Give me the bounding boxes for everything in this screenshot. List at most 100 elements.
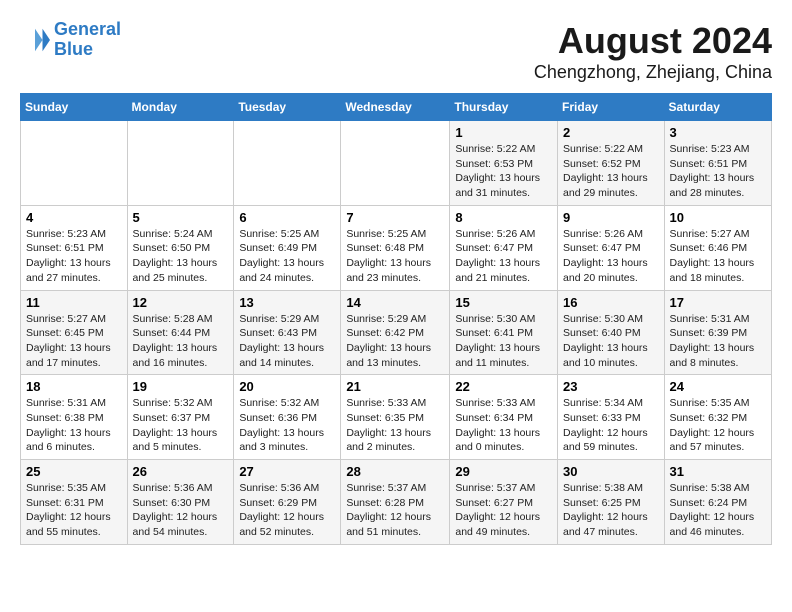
day-info: Sunrise: 5:27 AM Sunset: 6:45 PM Dayligh… — [26, 312, 122, 371]
day-info: Sunrise: 5:37 AM Sunset: 6:27 PM Dayligh… — [455, 481, 552, 540]
day-info: Sunrise: 5:35 AM Sunset: 6:32 PM Dayligh… — [670, 396, 766, 455]
day-number: 13 — [239, 295, 335, 310]
day-info: Sunrise: 5:27 AM Sunset: 6:46 PM Dayligh… — [670, 227, 766, 286]
day-info: Sunrise: 5:31 AM Sunset: 6:39 PM Dayligh… — [670, 312, 766, 371]
day-number: 7 — [346, 210, 444, 225]
day-number: 15 — [455, 295, 552, 310]
page-header: General Blue August 2024 Chengzhong, Zhe… — [20, 20, 772, 83]
logo-icon — [20, 25, 50, 55]
day-cell: 18 Sunrise: 5:31 AM Sunset: 6:38 PM Dayli… — [21, 375, 128, 460]
day-cell: 14Sunrise: 5:29 AM Sunset: 6:42 PM Dayli… — [341, 290, 450, 375]
day-cell: 2 Sunrise: 5:22 AM Sunset: 6:52 PM Daylig… — [558, 121, 665, 206]
day-info: Sunrise: 5:32 AM Sunset: 6:36 PM Dayligh… — [239, 396, 335, 455]
day-info: Sunrise: 5:29 AM Sunset: 6:43 PM Dayligh… — [239, 312, 335, 371]
day-number: 22 — [455, 379, 552, 394]
day-number: 21 — [346, 379, 444, 394]
week-row-4: 18 Sunrise: 5:31 AM Sunset: 6:38 PM Dayli… — [21, 375, 772, 460]
calendar: SundayMondayTuesdayWednesdayThursdayFrid… — [20, 93, 772, 545]
weekday-header-sunday: Sunday — [21, 94, 128, 121]
day-number: 24 — [670, 379, 766, 394]
location-title: Chengzhong, Zhejiang, China — [534, 62, 772, 83]
day-cell: 6Sunrise: 5:25 AM Sunset: 6:49 PM Daylig… — [234, 205, 341, 290]
day-cell: 29 Sunrise: 5:37 AM Sunset: 6:27 PM Dayli… — [450, 460, 558, 545]
day-cell: 31 Sunrise: 5:38 AM Sunset: 6:24 PM Dayli… — [664, 460, 771, 545]
day-info: Sunrise: 5:23 AM Sunset: 6:51 PM Dayligh… — [670, 142, 766, 201]
day-cell — [21, 121, 128, 206]
day-cell: 11 Sunrise: 5:27 AM Sunset: 6:45 PM Dayli… — [21, 290, 128, 375]
day-number: 18 — [26, 379, 122, 394]
day-cell: 13 Sunrise: 5:29 AM Sunset: 6:43 PM Dayli… — [234, 290, 341, 375]
day-number: 16 — [563, 295, 659, 310]
day-info: Sunrise: 5:37 AM Sunset: 6:28 PM Dayligh… — [346, 481, 444, 540]
day-info: Sunrise: 5:24 AM Sunset: 6:50 PM Dayligh… — [133, 227, 229, 286]
day-number: 17 — [670, 295, 766, 310]
day-number: 19 — [133, 379, 229, 394]
month-title: August 2024 — [534, 20, 772, 62]
day-cell: 9Sunrise: 5:26 AM Sunset: 6:47 PM Daylig… — [558, 205, 665, 290]
day-info: Sunrise: 5:33 AM Sunset: 6:35 PM Dayligh… — [346, 396, 444, 455]
day-cell: 21 Sunrise: 5:33 AM Sunset: 6:35 PM Dayli… — [341, 375, 450, 460]
day-number: 27 — [239, 464, 335, 479]
day-info: Sunrise: 5:30 AM Sunset: 6:41 PM Dayligh… — [455, 312, 552, 371]
day-info: Sunrise: 5:31 AM Sunset: 6:38 PM Dayligh… — [26, 396, 122, 455]
day-number: 11 — [26, 295, 122, 310]
day-cell: 16 Sunrise: 5:30 AM Sunset: 6:40 PM Dayli… — [558, 290, 665, 375]
day-cell: 17 Sunrise: 5:31 AM Sunset: 6:39 PM Dayli… — [664, 290, 771, 375]
weekday-header-saturday: Saturday — [664, 94, 771, 121]
weekday-header-tuesday: Tuesday — [234, 94, 341, 121]
weekday-header-friday: Friday — [558, 94, 665, 121]
day-info: Sunrise: 5:35 AM Sunset: 6:31 PM Dayligh… — [26, 481, 122, 540]
day-cell: 7 Sunrise: 5:25 AM Sunset: 6:48 PM Daylig… — [341, 205, 450, 290]
day-info: Sunrise: 5:29 AM Sunset: 6:42 PM Dayligh… — [346, 312, 444, 371]
day-number: 3 — [670, 125, 766, 140]
weekday-header-monday: Monday — [127, 94, 234, 121]
day-cell: 5 Sunrise: 5:24 AM Sunset: 6:50 PM Daylig… — [127, 205, 234, 290]
week-row-5: 25Sunrise: 5:35 AM Sunset: 6:31 PM Dayli… — [21, 460, 772, 545]
day-number: 26 — [133, 464, 229, 479]
day-info: Sunrise: 5:25 AM Sunset: 6:48 PM Dayligh… — [346, 227, 444, 286]
day-cell: 15 Sunrise: 5:30 AM Sunset: 6:41 PM Dayli… — [450, 290, 558, 375]
day-number: 6 — [239, 210, 335, 225]
day-cell: 23 Sunrise: 5:34 AM Sunset: 6:33 PM Dayli… — [558, 375, 665, 460]
day-number: 5 — [133, 210, 229, 225]
day-number: 29 — [455, 464, 552, 479]
weekday-header-row: SundayMondayTuesdayWednesdayThursdayFrid… — [21, 94, 772, 121]
day-number: 9 — [563, 210, 659, 225]
day-cell: 3 Sunrise: 5:23 AM Sunset: 6:51 PM Daylig… — [664, 121, 771, 206]
day-info: Sunrise: 5:32 AM Sunset: 6:37 PM Dayligh… — [133, 396, 229, 455]
title-block: August 2024 Chengzhong, Zhejiang, China — [534, 20, 772, 83]
day-cell: 28 Sunrise: 5:37 AM Sunset: 6:28 PM Dayli… — [341, 460, 450, 545]
day-info: Sunrise: 5:26 AM Sunset: 6:47 PM Dayligh… — [455, 227, 552, 286]
day-info: Sunrise: 5:36 AM Sunset: 6:30 PM Dayligh… — [133, 481, 229, 540]
day-cell: 19 Sunrise: 5:32 AM Sunset: 6:37 PM Dayli… — [127, 375, 234, 460]
day-cell: 22Sunrise: 5:33 AM Sunset: 6:34 PM Dayli… — [450, 375, 558, 460]
day-number: 2 — [563, 125, 659, 140]
day-info: Sunrise: 5:28 AM Sunset: 6:44 PM Dayligh… — [133, 312, 229, 371]
day-number: 20 — [239, 379, 335, 394]
day-number: 10 — [670, 210, 766, 225]
day-info: Sunrise: 5:30 AM Sunset: 6:40 PM Dayligh… — [563, 312, 659, 371]
day-number: 23 — [563, 379, 659, 394]
day-cell: 25Sunrise: 5:35 AM Sunset: 6:31 PM Dayli… — [21, 460, 128, 545]
day-cell — [127, 121, 234, 206]
day-number: 8 — [455, 210, 552, 225]
day-info: Sunrise: 5:22 AM Sunset: 6:52 PM Dayligh… — [563, 142, 659, 201]
day-number: 28 — [346, 464, 444, 479]
day-cell — [341, 121, 450, 206]
day-cell: 26 Sunrise: 5:36 AM Sunset: 6:30 PM Dayli… — [127, 460, 234, 545]
day-info: Sunrise: 5:38 AM Sunset: 6:24 PM Dayligh… — [670, 481, 766, 540]
day-number: 4 — [26, 210, 122, 225]
day-info: Sunrise: 5:36 AM Sunset: 6:29 PM Dayligh… — [239, 481, 335, 540]
day-number: 30 — [563, 464, 659, 479]
week-row-2: 4 Sunrise: 5:23 AM Sunset: 6:51 PM Daylig… — [21, 205, 772, 290]
day-number: 1 — [455, 125, 552, 140]
logo-line2: Blue — [54, 39, 93, 59]
day-info: Sunrise: 5:22 AM Sunset: 6:53 PM Dayligh… — [455, 142, 552, 201]
logo: General Blue — [20, 20, 121, 60]
logo-text: General Blue — [54, 20, 121, 60]
week-row-3: 11 Sunrise: 5:27 AM Sunset: 6:45 PM Dayli… — [21, 290, 772, 375]
day-info: Sunrise: 5:34 AM Sunset: 6:33 PM Dayligh… — [563, 396, 659, 455]
day-number: 31 — [670, 464, 766, 479]
day-info: Sunrise: 5:23 AM Sunset: 6:51 PM Dayligh… — [26, 227, 122, 286]
day-number: 12 — [133, 295, 229, 310]
